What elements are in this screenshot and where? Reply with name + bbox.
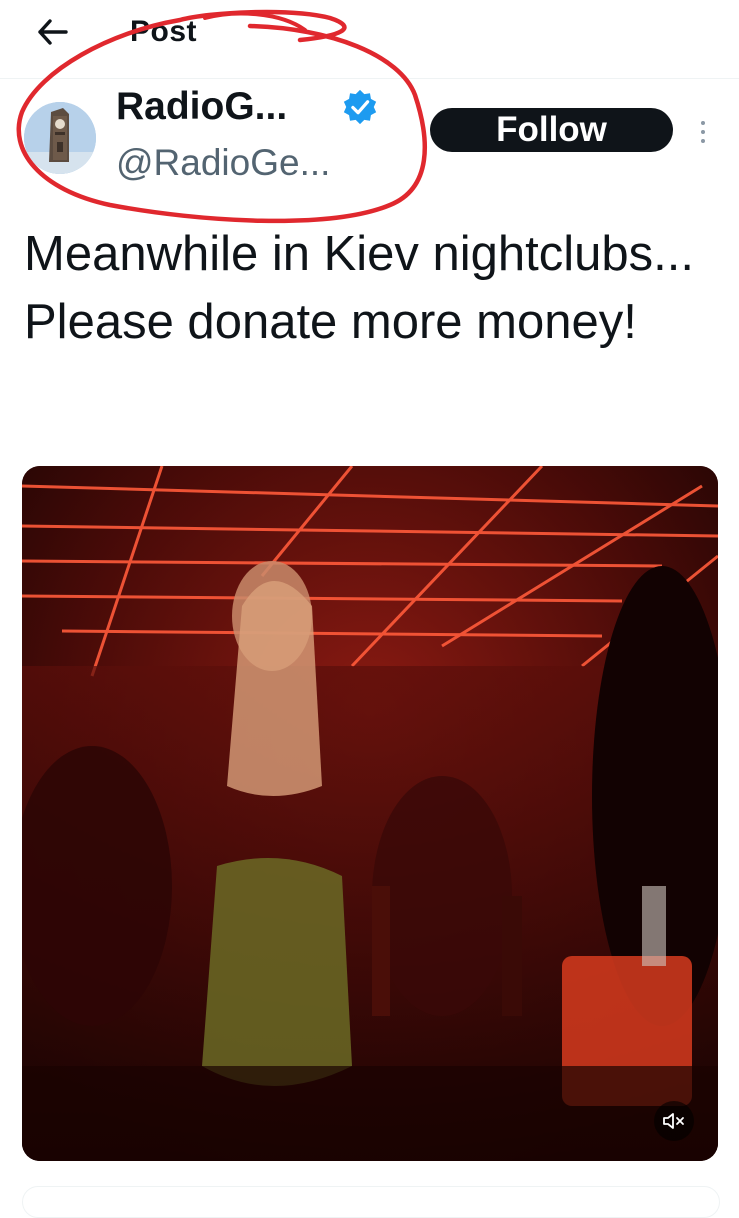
- video-frame: [22, 466, 718, 1161]
- verified-badge-icon: [343, 89, 377, 125]
- clock-tower-avatar: [24, 102, 96, 174]
- speaker-muted-icon: [663, 1113, 684, 1129]
- arrow-left-icon: [38, 19, 68, 45]
- next-card: [22, 1186, 720, 1218]
- follow-button[interactable]: Follow: [430, 108, 673, 152]
- author-handle[interactable]: @RadioGe...: [116, 140, 330, 186]
- avatar[interactable]: [24, 102, 96, 174]
- page-title: Post: [130, 15, 198, 48]
- video-player[interactable]: [22, 466, 718, 1161]
- more-vertical-icon[interactable]: [693, 112, 713, 152]
- post-header: RadioG... @RadioGe... Follow: [0, 80, 739, 200]
- mute-button[interactable]: [654, 1101, 694, 1141]
- post-text: Meanwhile in Kiev nightclubs... Please d…: [24, 227, 695, 349]
- author-display-name[interactable]: RadioG...: [116, 82, 287, 132]
- back-button[interactable]: [30, 12, 74, 52]
- top-bar: Post: [0, 0, 739, 79]
